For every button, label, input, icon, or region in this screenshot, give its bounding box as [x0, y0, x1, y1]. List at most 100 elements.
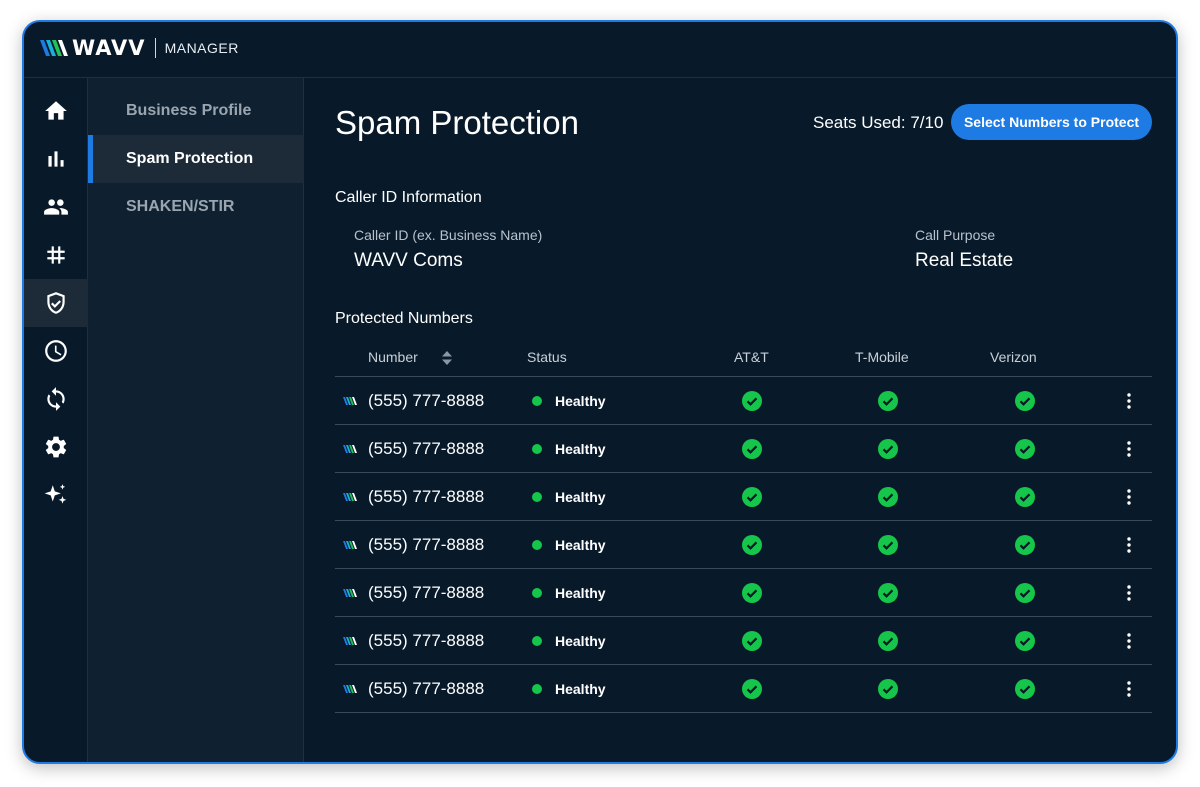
column-header-status: Status [527, 349, 567, 365]
caller-id-label: Caller ID (ex. Business Name) [354, 227, 543, 243]
verizon-check-icon [1015, 377, 1035, 425]
sort-icon[interactable] [441, 350, 453, 366]
table-row[interactable]: (555) 777-8888 Healthy [335, 569, 1152, 617]
wavv-logo[interactable]: WAVV MANAGER [40, 36, 239, 60]
status-cell: Healthy [532, 521, 606, 569]
status-dot [532, 588, 542, 598]
table-row[interactable]: (555) 777-8888 Healthy [335, 665, 1152, 713]
phone-number: (555) 777-8888 [368, 439, 485, 458]
wavv-logo-mark-icon [40, 40, 68, 56]
phone-number: (555) 777-8888 [368, 535, 485, 554]
more-options-icon[interactable] [1121, 617, 1137, 665]
caller-id-value: WAVV Coms [354, 250, 463, 271]
status-text: Healthy [555, 393, 606, 409]
sync-icon[interactable] [24, 375, 88, 423]
subnav-item-shaken-stir[interactable]: SHAKEN/STIR [88, 183, 304, 231]
logo-divider [154, 38, 156, 58]
people-icon[interactable] [24, 183, 88, 231]
table-row[interactable]: (555) 777-8888 Healthy [335, 617, 1152, 665]
att-check-icon [742, 617, 762, 665]
table-header: Number Status AT&T T-Mobile Verizon [335, 341, 1152, 377]
status-text: Healthy [555, 585, 606, 601]
shield-check-icon[interactable] [24, 279, 88, 327]
status-text: Healthy [555, 537, 606, 553]
att-check-icon [742, 425, 762, 473]
page-title: Spam Protection [335, 104, 579, 141]
att-check-icon [742, 377, 762, 425]
gear-icon[interactable] [24, 423, 88, 471]
status-dot [532, 684, 542, 694]
wavv-mark-icon [343, 377, 359, 425]
status-dot [532, 492, 542, 502]
table-row[interactable]: (555) 777-8888 Healthy [335, 521, 1152, 569]
more-options-icon[interactable] [1121, 569, 1137, 617]
logo-wordmark: WAVV [72, 36, 146, 60]
status-text: Healthy [555, 489, 606, 505]
att-check-icon [742, 521, 762, 569]
column-header-number[interactable]: Number [368, 349, 418, 365]
icon-rail [24, 78, 88, 762]
seats-used-label: Seats Used: 7/10 [813, 113, 944, 132]
table-body: (555) 777-8888 Healthy (555) 777-8888 He… [335, 377, 1152, 713]
att-check-icon [742, 665, 762, 713]
status-cell: Healthy [532, 665, 606, 713]
bar-chart-icon[interactable] [24, 135, 88, 183]
home-icon[interactable] [24, 87, 88, 135]
hashtag-icon[interactable] [24, 231, 88, 279]
wavv-mark-icon [343, 569, 359, 617]
wavv-mark-icon [343, 521, 359, 569]
status-text: Healthy [555, 681, 606, 697]
wavv-mark-icon [343, 665, 359, 713]
sparkle-icon[interactable] [24, 471, 88, 519]
tmobile-check-icon [878, 521, 898, 569]
protected-numbers-table: Number Status AT&T T-Mobile Verizon (555… [335, 341, 1152, 713]
main-content: Spam Protection Seats Used: 7/10 Select … [305, 78, 1176, 762]
status-text: Healthy [555, 633, 606, 649]
wavv-mark-icon [343, 425, 359, 473]
phone-number: (555) 777-8888 [368, 583, 485, 602]
table-row[interactable]: (555) 777-8888 Healthy [335, 473, 1152, 521]
att-check-icon [742, 569, 762, 617]
att-check-icon [742, 473, 762, 521]
select-numbers-button[interactable]: Select Numbers to Protect [951, 104, 1152, 140]
top-bar: WAVV MANAGER [24, 22, 1176, 78]
settings-subnav: Business Profile Spam Protection SHAKEN/… [88, 78, 304, 762]
status-cell: Healthy [532, 425, 606, 473]
status-dot [532, 444, 542, 454]
phone-number: (555) 777-8888 [368, 631, 485, 650]
tmobile-check-icon [878, 473, 898, 521]
phone-number: (555) 777-8888 [368, 391, 485, 410]
column-header-tmobile: T-Mobile [855, 349, 909, 365]
clock-icon[interactable] [24, 327, 88, 375]
phone-number: (555) 777-8888 [368, 679, 485, 698]
subnav-item-business-profile[interactable]: Business Profile [88, 87, 304, 135]
more-options-icon[interactable] [1121, 377, 1137, 425]
subnav-item-spam-protection[interactable]: Spam Protection [88, 135, 304, 183]
tmobile-check-icon [878, 569, 898, 617]
status-cell: Healthy [532, 617, 606, 665]
table-row[interactable]: (555) 777-8888 Healthy [335, 377, 1152, 425]
table-row[interactable]: (555) 777-8888 Healthy [335, 425, 1152, 473]
status-dot [532, 396, 542, 406]
status-cell: Healthy [532, 473, 606, 521]
more-options-icon[interactable] [1121, 473, 1137, 521]
status-dot [532, 540, 542, 550]
more-options-icon[interactable] [1121, 665, 1137, 713]
column-header-att: AT&T [734, 349, 769, 365]
verizon-check-icon [1015, 665, 1035, 713]
verizon-check-icon [1015, 569, 1035, 617]
more-options-icon[interactable] [1121, 521, 1137, 569]
verizon-check-icon [1015, 425, 1035, 473]
more-options-icon[interactable] [1121, 425, 1137, 473]
tmobile-check-icon [878, 377, 898, 425]
verizon-check-icon [1015, 617, 1035, 665]
caller-id-section-title: Caller ID Information [335, 189, 482, 206]
status-cell: Healthy [532, 569, 606, 617]
protected-numbers-section-title: Protected Numbers [335, 310, 473, 327]
verizon-check-icon [1015, 521, 1035, 569]
phone-number: (555) 777-8888 [368, 487, 485, 506]
tmobile-check-icon [878, 425, 898, 473]
status-dot [532, 636, 542, 646]
call-purpose-value: Real Estate [915, 250, 1014, 271]
wavv-mark-icon [343, 617, 359, 665]
